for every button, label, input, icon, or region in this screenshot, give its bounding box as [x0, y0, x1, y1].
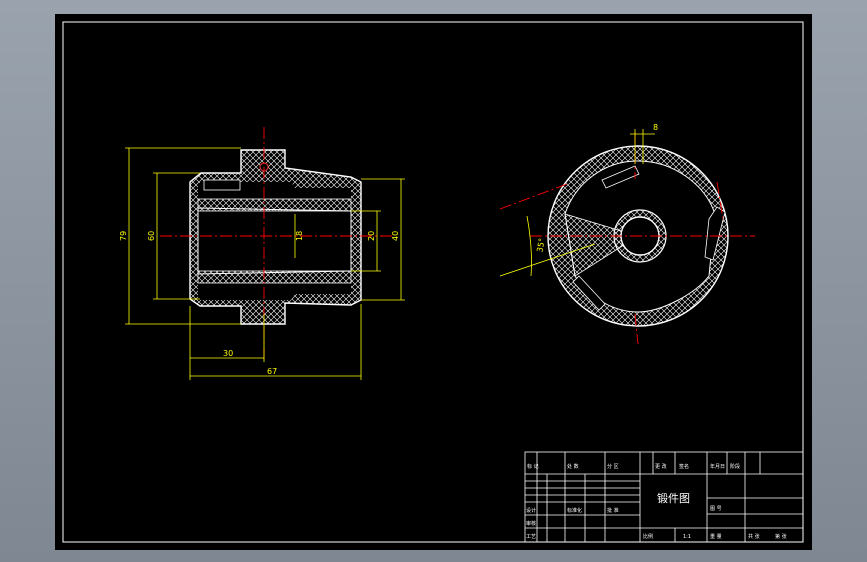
- tb-left-2: 工艺: [526, 534, 536, 540]
- front-view-bore: [197, 207, 352, 275]
- dim-bore: 18: [295, 231, 304, 241]
- dim-length: 67: [267, 367, 277, 376]
- tb-scale: 比例: [643, 533, 653, 540]
- tb-row1-5: 年月日: [710, 463, 725, 470]
- front-view-web-bottom: [197, 270, 352, 284]
- tb-approve: 批 准: [607, 507, 619, 514]
- dim-slot-width: 8: [653, 123, 658, 132]
- dim-inner-height: 60: [147, 231, 156, 241]
- dim-overall-height: 79: [119, 231, 128, 241]
- tb-sheet-no: 第 张: [775, 533, 787, 540]
- drawing-canvas: 79 60 18 20 40 30 67 8 35° 标 记 处 数 分 区 更…: [62, 21, 804, 543]
- tb-drawing-name: 锻件图: [657, 491, 690, 505]
- tb-row1-6: 阶段: [730, 463, 740, 470]
- tb-left-1: 审核: [526, 520, 536, 527]
- front-view-web-top: [197, 198, 352, 212]
- tb-ratio: 1:1: [683, 534, 691, 540]
- tb-row1-0: 标 记: [527, 463, 539, 470]
- dim-right-outer: 40: [391, 231, 400, 241]
- tb-left-0: 设计: [526, 507, 536, 514]
- tb-weight: 重 量: [710, 533, 722, 540]
- dim-angle: 35°: [535, 237, 546, 253]
- dim-right-inner: 20: [367, 231, 376, 241]
- drawing-sheet[interactable]: 79 60 18 20 40 30 67 8 35° 标 记 处 数 分 区 更…: [55, 14, 812, 550]
- tb-row1-1: 处 数: [567, 463, 579, 470]
- tb-code: 图 号: [710, 506, 722, 512]
- front-view-pocket: [203, 179, 241, 191]
- tb-sheet: 共 张: [748, 533, 760, 540]
- cad-viewport[interactable]: 79 60 18 20 40 30 67 8 35° 标 记 处 数 分 区 更…: [0, 0, 867, 562]
- tb-standard: 标准化: [567, 507, 582, 514]
- tb-row1-3: 更 改: [655, 463, 667, 470]
- tb-row1-2: 分 区: [607, 463, 619, 470]
- dim-half-length: 30: [223, 349, 233, 358]
- front-view: [189, 149, 362, 325]
- tb-row1-4: 签名: [679, 463, 689, 470]
